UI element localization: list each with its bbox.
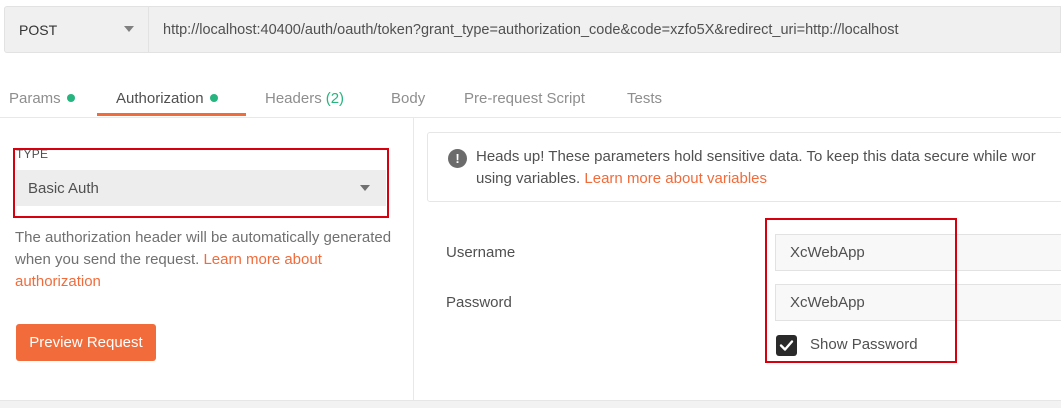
username-label: Username xyxy=(446,244,516,261)
tab-authorization-label: Authorization xyxy=(116,89,204,107)
tab-authorization[interactable]: Authorization xyxy=(116,80,218,116)
sensitive-data-notice: ! Heads up! These parameters hold sensit… xyxy=(427,132,1061,202)
highlight-box-auth-type xyxy=(13,148,389,218)
notice-line-2-text: using variables. xyxy=(476,170,585,187)
tab-pre-request-script[interactable]: Pre-request Script xyxy=(464,80,585,116)
url-text: http://localhost:40400/auth/oauth/token?… xyxy=(163,21,899,38)
status-dot-icon xyxy=(66,94,75,102)
divider xyxy=(0,117,1061,118)
tab-body-label: Body xyxy=(391,89,426,107)
active-tab-indicator xyxy=(97,113,246,116)
tab-headers-count: (2) xyxy=(325,89,345,107)
panel-divider xyxy=(413,118,414,400)
tab-headers[interactable]: Headers (2) xyxy=(265,80,344,116)
tab-body[interactable]: Body xyxy=(391,80,425,116)
password-label: Password xyxy=(446,294,512,311)
url-input[interactable]: http://localhost:40400/auth/oauth/token?… xyxy=(148,6,1061,53)
tab-tests-label: Tests xyxy=(627,89,663,107)
method-label: POST xyxy=(19,21,58,38)
tab-pre-request-script-label: Pre-request Script xyxy=(464,89,585,107)
request-tabs: Params Authorization Headers (2) Body Pr… xyxy=(0,80,1061,118)
highlight-box-credentials xyxy=(765,218,957,363)
method-select[interactable]: POST xyxy=(4,6,148,53)
notice-line-2: using variables. Learn more about variab… xyxy=(476,168,1061,190)
tab-tests[interactable]: Tests xyxy=(627,80,662,116)
notice-text: Heads up! These parameters hold sensitiv… xyxy=(476,146,1061,190)
status-dot-icon xyxy=(209,94,218,102)
chevron-down-icon xyxy=(124,26,134,32)
footer-bar xyxy=(0,400,1061,408)
tab-params[interactable]: Params xyxy=(9,80,75,116)
learn-more-variables-link[interactable]: Learn more about variables xyxy=(584,170,767,187)
tab-headers-label: Headers xyxy=(265,89,322,107)
auth-description: The authorization header will be automat… xyxy=(15,227,395,293)
preview-request-button[interactable]: Preview Request xyxy=(16,324,156,361)
notice-line-1: Heads up! These parameters hold sensitiv… xyxy=(476,148,1036,165)
tab-params-label: Params xyxy=(9,89,61,107)
exclamation-icon: ! xyxy=(448,149,467,168)
